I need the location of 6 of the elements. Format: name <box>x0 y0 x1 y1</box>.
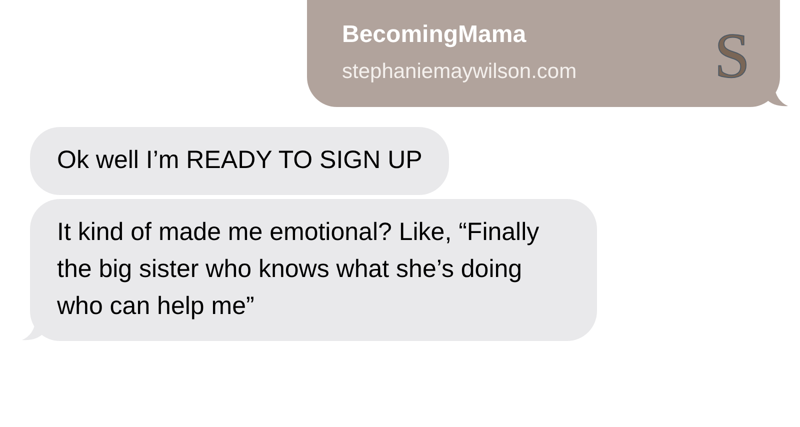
message-bubble: Ok well I’m READY TO SIGN UP <box>30 127 450 195</box>
link-title: BecomingMama <box>342 20 528 50</box>
message-bubble: It kind of made me emotional? Like, “Finally the big sister who knows what she’s doing who can help me” <box>30 199 597 341</box>
site-logo: S <box>714 24 750 93</box>
link-url: stephaniemaywilson.com <box>342 59 577 85</box>
link-preview-bubble[interactable]: BecomingMama stephaniemaywilson.com S <box>307 0 780 107</box>
